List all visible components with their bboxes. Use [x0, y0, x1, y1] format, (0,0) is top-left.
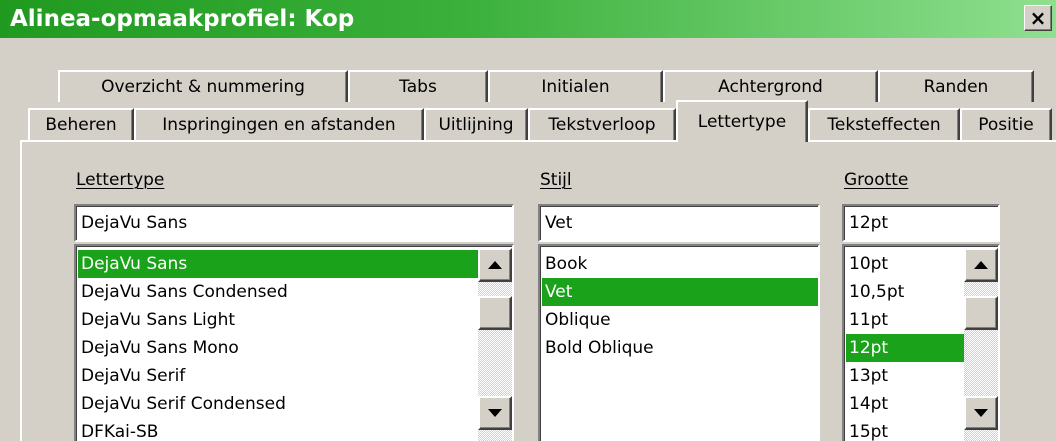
list-item[interactable]: DejaVu Sans Condensed — [78, 278, 478, 306]
font-style-input[interactable]: Vet — [538, 204, 820, 242]
family-scrollbar[interactable] — [478, 248, 512, 441]
tab-label: Tabs — [399, 77, 437, 97]
list-item[interactable]: DejaVu Sans Mono — [78, 334, 478, 362]
font-family-input[interactable]: DejaVu Sans — [74, 204, 514, 242]
list-item[interactable]: Book — [542, 250, 818, 278]
tab-label: Positie — [978, 115, 1034, 135]
tab-tabs[interactable]: Tabs — [348, 70, 488, 102]
tab-label: Initialen — [541, 77, 610, 97]
close-button[interactable]: × — [1024, 5, 1052, 31]
scroll-down-button[interactable] — [478, 396, 512, 430]
scroll-thumb[interactable] — [964, 296, 998, 330]
list-item[interactable]: 13pt — [846, 362, 964, 390]
list-item[interactable]: 11pt — [846, 306, 964, 334]
arrow-up-icon — [488, 261, 502, 269]
tab-beheren[interactable]: Beheren — [28, 108, 134, 140]
list-item[interactable]: DejaVu Serif — [78, 362, 478, 390]
tab-label: Inspringingen en afstanden — [162, 115, 396, 135]
tab-tekstverloop[interactable]: Tekstverloop — [528, 108, 676, 140]
list-item[interactable]: DejaVu Sans — [78, 250, 478, 278]
font-family-list[interactable]: DejaVu Sans DejaVu Sans Condensed DejaVu… — [74, 244, 514, 441]
tab-positie[interactable]: Positie — [960, 108, 1052, 140]
tab-label: Overzicht & nummering — [101, 77, 305, 97]
style-label: Stijl — [540, 170, 572, 190]
tab-label: Randen — [923, 77, 989, 97]
list-item[interactable]: 12pt — [846, 334, 964, 362]
tab-inspringingen-afstanden[interactable]: Inspringingen en afstanden — [134, 108, 424, 140]
tab-label: Teksteffecten — [827, 115, 941, 135]
close-icon: × — [1029, 6, 1047, 30]
list-item[interactable]: 14pt — [846, 390, 964, 418]
list-item[interactable]: DejaVu Sans Light — [78, 306, 478, 334]
dialog-window: Alinea-opmaakprofiel: Kop × Overzicht & … — [0, 0, 1056, 441]
window-title: Alinea-opmaakprofiel: Kop — [10, 6, 355, 32]
family-label: Lettertype — [76, 170, 165, 190]
tab-label: Uitlijning — [438, 115, 514, 135]
size-label: Grootte — [844, 170, 909, 190]
list-item[interactable]: 15pt — [846, 418, 964, 441]
tab-teksteffecten[interactable]: Teksteffecten — [808, 108, 960, 140]
tab-label: Lettertype — [697, 112, 787, 132]
tab-label: Achtergrond — [718, 77, 823, 97]
font-style-list[interactable]: Book Vet Oblique Bold Oblique — [538, 244, 820, 441]
arrow-down-icon — [974, 409, 988, 417]
tab-initialen[interactable]: Initialen — [488, 70, 663, 102]
scroll-down-button[interactable] — [964, 396, 998, 430]
tab-lettertype[interactable]: Lettertype — [676, 100, 808, 142]
list-item[interactable]: 10,5pt — [846, 278, 964, 306]
tab-achtergrond[interactable]: Achtergrond — [663, 70, 878, 102]
arrow-down-icon — [488, 409, 502, 417]
list-item[interactable]: DejaVu Serif Condensed — [78, 390, 478, 418]
list-item[interactable]: DFKai-SB — [78, 418, 478, 441]
size-scrollbar[interactable] — [964, 248, 998, 441]
tab-label: Tekstverloop — [548, 115, 656, 135]
font-size-list[interactable]: 10pt 10,5pt 11pt 12pt 13pt 14pt 15pt — [842, 244, 1000, 441]
title-bar[interactable]: Alinea-opmaakprofiel: Kop × — [0, 0, 1056, 38]
list-item[interactable]: Oblique — [542, 306, 818, 334]
arrow-up-icon — [974, 261, 988, 269]
tab-overzicht-nummering[interactable]: Overzicht & nummering — [58, 70, 348, 102]
list-item[interactable]: Bold Oblique — [542, 334, 818, 362]
font-size-input[interactable]: 12pt — [842, 204, 1000, 242]
scroll-thumb[interactable] — [478, 296, 512, 330]
list-item[interactable]: 10pt — [846, 250, 964, 278]
tab-label: Beheren — [45, 115, 117, 135]
list-item[interactable]: Vet — [542, 278, 818, 306]
tab-uitlijning[interactable]: Uitlijning — [424, 108, 528, 140]
tab-randen[interactable]: Randen — [878, 70, 1034, 102]
scroll-up-button[interactable] — [478, 248, 512, 282]
scroll-up-button[interactable] — [964, 248, 998, 282]
